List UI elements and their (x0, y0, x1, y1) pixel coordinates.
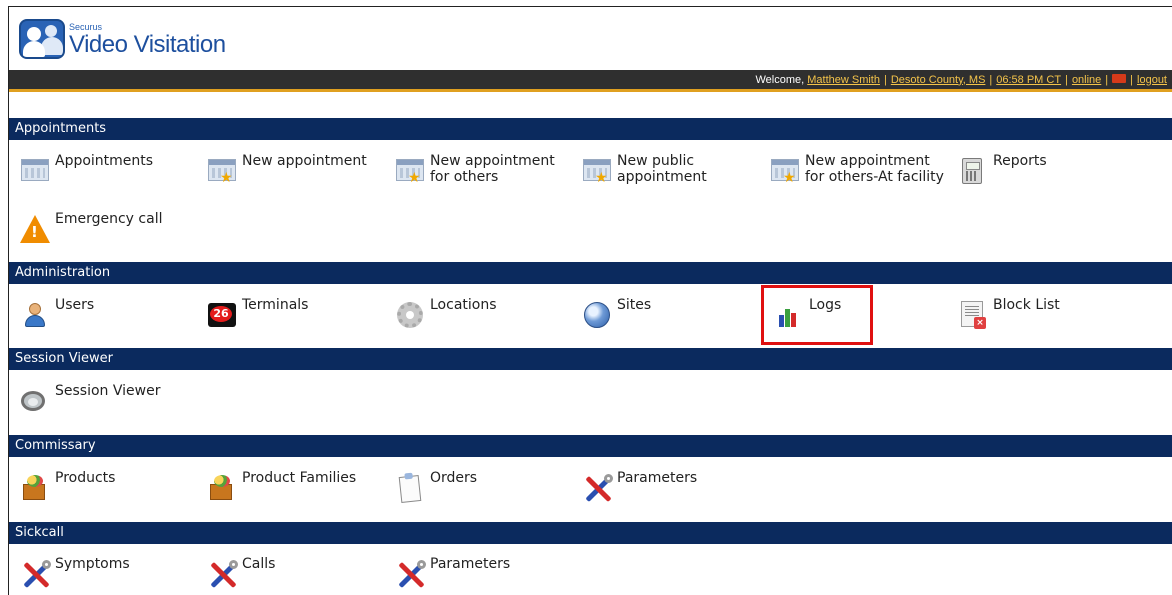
menu-item-products[interactable]: Products (19, 470, 115, 504)
menu-item-label: Symptoms (55, 556, 130, 572)
section-header-appointments: Appointments (9, 118, 1172, 140)
menu-item-label: Session Viewer (55, 383, 161, 399)
menu-item-new-public-appointment[interactable]: ★ New public appointment (581, 153, 731, 187)
menu-item-reports[interactable]: Reports (957, 153, 1047, 187)
menu-item-label: Users (55, 297, 95, 313)
app-frame: Securus Video Visitation Welcome, Matthe… (8, 6, 1172, 595)
menu-item-product-families[interactable]: Product Families (206, 470, 356, 504)
document-block-icon: × (957, 299, 989, 331)
menu-item-calls[interactable]: Calls (206, 556, 275, 590)
clipboard-icon (394, 472, 426, 504)
tools-icon (206, 558, 238, 590)
menu-item-label: Products (55, 470, 116, 486)
menu-item-label: New public appointment (617, 153, 707, 185)
menu-item-label: New appointment for others-At facility (805, 153, 944, 185)
menu-item-new-appointment-for-others-at-facility[interactable]: ★ New appointment for others-At facility (769, 153, 949, 187)
section-header-session-viewer: Session Viewer (9, 348, 1172, 370)
menu-item-label: Parameters (430, 556, 511, 572)
separator: | (989, 73, 993, 86)
separator: | (1105, 73, 1109, 86)
logs-highlight-box (761, 285, 873, 345)
section-header-administration: Administration (9, 262, 1172, 284)
calendar-star-icon: ★ (769, 155, 801, 187)
menu-item-label: Orders (430, 470, 478, 486)
menu-item-label: Block List (993, 297, 1060, 313)
menu-item-sites[interactable]: Sites (581, 297, 651, 331)
calendar-star-icon: ★ (394, 155, 426, 187)
menu-item-locations[interactable]: Locations (394, 297, 497, 331)
gear-icon (394, 299, 426, 331)
tools-icon (19, 558, 51, 590)
camera-icon[interactable] (1112, 74, 1127, 83)
time-link[interactable]: 06:58 PM CT (996, 74, 1061, 86)
separator: | (1065, 73, 1068, 86)
menu-item-appointments[interactable]: Appointments (19, 153, 153, 187)
menu-item-sickcall-parameters[interactable]: Parameters (394, 556, 510, 590)
menu-item-new-appointment-for-others[interactable]: ★ New appointment for others (394, 153, 569, 187)
menu-item-block-list[interactable]: × Block List (957, 297, 1060, 331)
menu-item-emergency-call[interactable]: ! Emergency call (19, 211, 162, 245)
section-header-commissary: Commissary (9, 435, 1172, 457)
menu-item-orders[interactable]: Orders (394, 470, 477, 504)
brand-main-text: Video Visitation (69, 31, 226, 58)
menu-item-label: New appointment (242, 153, 367, 169)
calendar-icon (19, 155, 51, 187)
logout-link[interactable]: logout (1137, 74, 1167, 86)
menu-item-label: Product Families (242, 470, 357, 486)
menu-item-label: Terminals (242, 297, 309, 313)
magnifier-icon (19, 385, 51, 417)
calendar-star-icon: ★ (581, 155, 613, 187)
menu-item-label: Parameters (617, 470, 698, 486)
welcome-label: Welcome, (755, 73, 805, 86)
menu-item-label: Reports (993, 153, 1047, 169)
menu-item-label: Appointments (55, 153, 154, 169)
calculator-icon (957, 155, 989, 187)
people-logo-icon (19, 19, 65, 59)
facility-link[interactable]: Desoto County, MS (891, 74, 986, 86)
warning-icon: ! (19, 213, 51, 245)
online-status-link[interactable]: online (1072, 74, 1101, 86)
separator: | (1130, 73, 1134, 86)
section-header-sickcall: Sickcall (9, 522, 1172, 544)
terminals-count-badge: 26 (210, 306, 232, 322)
menu-item-label: Calls (242, 556, 276, 572)
user-name-link[interactable]: Matthew Smith (807, 74, 880, 86)
menu-item-symptoms[interactable]: Symptoms (19, 556, 130, 590)
user-icon (19, 299, 51, 331)
menu-item-new-appointment[interactable]: ★ New appointment (206, 153, 367, 187)
product-box-icon (19, 472, 51, 504)
terminal-icon: 26 (206, 299, 238, 331)
menu-item-session-viewer[interactable]: Session Viewer (19, 383, 160, 417)
separator: | (883, 73, 887, 86)
menu-item-label: New appointment for others (430, 153, 555, 185)
brand-logo[interactable]: Securus Video Visitation (19, 19, 226, 69)
menu-item-label: Locations (430, 297, 497, 313)
menu-item-label: Emergency call (55, 211, 163, 227)
calendar-star-icon: ★ (206, 155, 238, 187)
menu-item-label: Sites (617, 297, 652, 313)
menu-item-terminals[interactable]: 26 Terminals (206, 297, 308, 331)
tools-icon (394, 558, 426, 590)
tools-icon (581, 472, 613, 504)
product-box-icon (206, 472, 238, 504)
menu-item-users[interactable]: Users (19, 297, 94, 331)
globe-icon (581, 299, 613, 331)
user-status-bar: Welcome, Matthew Smith | Desoto County, … (9, 70, 1172, 92)
menu-item-commissary-parameters[interactable]: Parameters (581, 470, 697, 504)
